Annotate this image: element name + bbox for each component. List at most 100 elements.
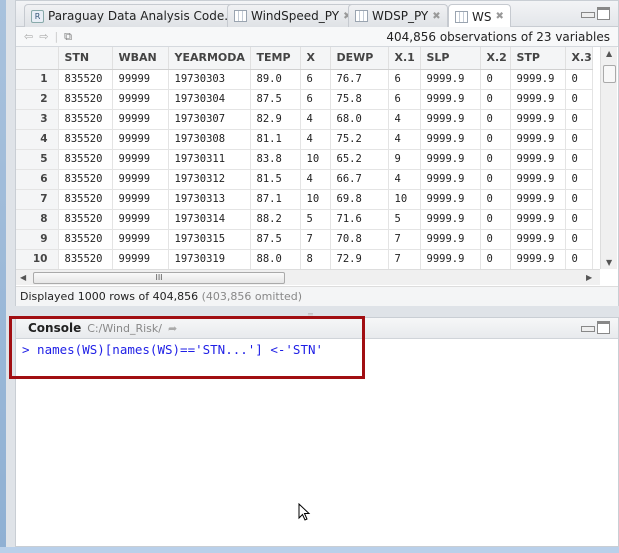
horizontal-scrollbar[interactable]: ◀ III ▶ xyxy=(16,269,600,285)
table-cell: 9999.9 xyxy=(510,149,566,170)
table-cell: 9999.9 xyxy=(510,229,566,250)
tab-paraguay-script[interactable]: RParaguay Data Analysis Code.R✖ xyxy=(24,4,256,27)
tab-bar: R Paraguay Data Analysis Code.R ✖ WindSpee… xyxy=(16,1,618,28)
window-border xyxy=(0,0,6,553)
table-cell: 4 xyxy=(388,129,421,150)
table-cell: 19730315 xyxy=(168,229,251,250)
column-header[interactable]: YEARMODA xyxy=(168,47,251,70)
table-cell: 9999.9 xyxy=(420,229,481,250)
tab-ws[interactable]: WS ✖ xyxy=(448,4,511,28)
table-cell: 9999.9 xyxy=(510,209,566,230)
table-cell: 19730307 xyxy=(168,109,251,130)
table-cell: 99999 xyxy=(112,109,169,130)
table-cell: 0 xyxy=(565,89,593,110)
table-row: 7 835520 99999 19730313 87.1 10 69.8 10 9999.9 0 9… xyxy=(16,189,593,210)
close-icon[interactable]: ✖ xyxy=(432,11,440,22)
tab-label: Paraguay Data Analysis Code.R xyxy=(48,9,237,23)
back-icon[interactable]: ⇦ xyxy=(24,30,33,43)
table-cell: 72.9 xyxy=(330,249,389,270)
table-cell: 71.6 xyxy=(330,209,389,230)
tab-windspeed-py[interactable]: WindSpeed_PY✖ xyxy=(227,4,359,27)
table-cell: 0 xyxy=(565,129,593,150)
table-cell: 10 xyxy=(300,189,331,210)
table-cell: 19730314 xyxy=(168,209,251,230)
column-header[interactable]: WBAN xyxy=(112,47,169,70)
table-cell: 835520 xyxy=(58,209,113,230)
table-cell: 99999 xyxy=(112,149,169,170)
table-cell: 19730312 xyxy=(168,169,251,190)
table-cell: 99999 xyxy=(112,89,169,110)
table-cell: 0 xyxy=(480,129,511,150)
minimize-icon[interactable] xyxy=(581,7,595,20)
table-cell: 19730303 xyxy=(168,69,251,90)
mouse-cursor-icon xyxy=(298,503,311,521)
table-cell: 5 xyxy=(300,209,331,230)
column-header[interactable]: X.1 xyxy=(388,47,421,70)
table-cell: 10 xyxy=(388,189,421,210)
table-cell: 9999.9 xyxy=(420,129,481,150)
column-header[interactable]: SLP xyxy=(420,47,481,70)
table-cell: 7 xyxy=(300,229,331,250)
tab-label: WS xyxy=(472,9,492,24)
table-cell: 65.2 xyxy=(330,149,389,170)
column-header[interactable]: STP xyxy=(510,47,566,70)
column-header[interactable]: X.3 xyxy=(565,47,593,70)
row-number: 4 xyxy=(16,129,59,150)
table-cell: 6 xyxy=(300,69,331,90)
table-cell: 7 xyxy=(388,249,421,270)
table-cell: 0 xyxy=(480,149,511,170)
data-table: STN WBAN YEARMODA TEMP X DEWP X.1 SLP X.2 STP X.3 … xyxy=(16,47,593,270)
row-number: 6 xyxy=(16,169,59,190)
minimize-icon[interactable] xyxy=(581,321,595,334)
row-number: 7 xyxy=(16,189,59,210)
table-cell: 4 xyxy=(300,169,331,190)
table-cell: 0 xyxy=(480,249,511,270)
maximize-icon[interactable] xyxy=(597,321,610,334)
table-cell: 19730319 xyxy=(168,249,251,270)
table-cell: 9999.9 xyxy=(510,249,566,270)
table-cell: 19730313 xyxy=(168,189,251,210)
forward-icon[interactable]: ⇨ xyxy=(39,30,48,43)
table-cell: 19730311 xyxy=(168,149,251,170)
observations-count: 404,856 observations of 23 variables xyxy=(386,29,610,44)
column-header[interactable]: DEWP xyxy=(330,47,389,70)
table-cell: 835520 xyxy=(58,69,113,90)
row-number: 5 xyxy=(16,149,59,170)
highlight-box xyxy=(9,316,365,379)
table-cell: 4 xyxy=(300,109,331,130)
table-cell: 0 xyxy=(565,149,593,170)
table-cell: 9 xyxy=(388,149,421,170)
table-cell: 9999.9 xyxy=(420,169,481,190)
table-cell: 19730304 xyxy=(168,89,251,110)
table-cell: 75.8 xyxy=(330,89,389,110)
table-cell: 69.8 xyxy=(330,189,389,210)
table-cell: 835520 xyxy=(58,89,113,110)
table-cell: 0 xyxy=(480,229,511,250)
table-cell: 835520 xyxy=(58,249,113,270)
table-cell: 0 xyxy=(565,109,593,130)
table-cell: 81.5 xyxy=(250,169,301,190)
column-header[interactable]: STN xyxy=(58,47,113,70)
table-cell: 0 xyxy=(565,189,593,210)
table-row: 6 835520 99999 19730312 81.5 4 66.7 4 9999.9 0 999… xyxy=(16,169,593,190)
column-header[interactable] xyxy=(16,47,59,70)
table-cell: 8 xyxy=(300,249,331,270)
table-cell: 9999.9 xyxy=(420,69,481,90)
status-bar: Displayed 1000 rows of 404,856 (403,856 … xyxy=(16,286,618,306)
column-header[interactable]: TEMP xyxy=(250,47,301,70)
table-cell: 0 xyxy=(480,69,511,90)
close-icon[interactable]: ✖ xyxy=(495,11,503,22)
maximize-icon[interactable] xyxy=(597,7,610,20)
table-cell: 75.2 xyxy=(330,129,389,150)
omitted-rows: (403,856 omitted) xyxy=(201,290,303,303)
column-header[interactable]: X.2 xyxy=(480,47,511,70)
table-row: 8 835520 99999 19730314 88.2 5 71.6 5 9999.9 0 999… xyxy=(16,209,593,230)
table-cell: 835520 xyxy=(58,149,113,170)
tab-wdsp-py[interactable]: WDSP_PY ✖ xyxy=(348,4,448,27)
table-cell: 99999 xyxy=(112,169,169,190)
vertical-scrollbar[interactable]: ▲ ▼ xyxy=(600,47,617,269)
table-cell: 9999.9 xyxy=(420,149,481,170)
column-header[interactable]: X xyxy=(300,47,331,70)
filter-icon[interactable]: ⧉ xyxy=(64,30,72,44)
table-cell: 0 xyxy=(480,209,511,230)
